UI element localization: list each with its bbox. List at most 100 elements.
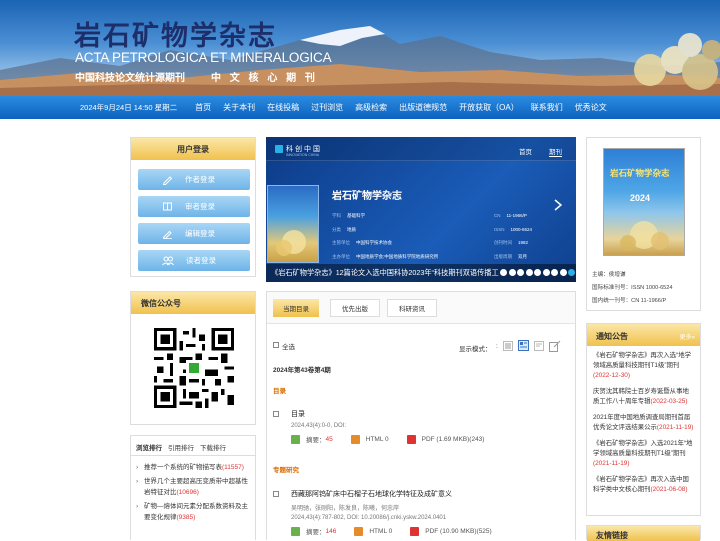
abstract-count: 45 — [325, 435, 333, 443]
nav-advanced-search[interactable]: 高级检索 — [355, 102, 387, 113]
detail-view-icon[interactable] — [518, 340, 529, 351]
list-toolbar: 全选 显示模式： : — [273, 340, 571, 354]
notice-list: 《岩石矿物学杂志》再次入选“地学领域高质量科技期刊T1级”期刊 (2022-12-… — [587, 346, 700, 495]
nav-submit[interactable]: 在线投稿 — [267, 102, 299, 113]
ranking-count: (11557) — [222, 464, 244, 471]
info-value: 11-1966/P — [506, 213, 527, 218]
ranking-item[interactable]: 推荐一个系统的矿物描写表(11557) — [136, 462, 251, 473]
notice-date: (2021-11-19) — [656, 424, 694, 431]
reader-login-button[interactable]: 读者登录 — [138, 250, 250, 271]
nav-ethics[interactable]: 出版道德规范 — [399, 102, 447, 113]
article-item: 目录 2024,43(4):0-0, DOI: 摘要： 45 HTML 0 PDF… — [273, 408, 571, 448]
slider-dot[interactable] — [534, 269, 541, 276]
notice-item[interactable]: 《岩石矿物学杂志》再次入选“地学领域高质量科技期刊T1级”期刊 (2022-12-… — [593, 351, 695, 381]
html-link[interactable]: HTML 0 — [366, 436, 389, 443]
info-key: 主管单位 — [332, 240, 350, 245]
slider-dot[interactable] — [508, 269, 516, 276]
abstract-link[interactable]: 摘要： — [306, 526, 326, 536]
abstract-link[interactable]: 摘要： — [306, 434, 326, 444]
journal-title-en: ACTA PETROLOGICA ET MINERALOGICA — [75, 50, 332, 65]
slider-caption[interactable]: 《岩石矿物学杂志》12篇论文入选中国科协2023年“科技期刊双语传播工程” — [271, 268, 499, 278]
tab-current-issue[interactable]: 当期目录 — [273, 299, 319, 317]
slider-dot[interactable] — [517, 269, 524, 276]
reviewer-login-button[interactable]: 审者登录 — [138, 196, 250, 217]
slider-caption-bar: 《岩石矿物学杂志》12篇论文入选中国科协2023年“科技期刊双语传播工程” — [266, 264, 576, 282]
ranking-item[interactable]: 世界几个主要超高压变质带中超基性岩特征对比(10696) — [136, 476, 251, 498]
tab-citations[interactable]: 引用排行 — [168, 442, 194, 455]
info-row: 分类 地质 — [332, 223, 438, 237]
section-title: 专题研究 — [273, 467, 299, 474]
share-edit-icon[interactable] — [549, 340, 561, 352]
pen-icon — [162, 176, 173, 185]
article-checkbox[interactable] — [273, 491, 279, 497]
info-key: 创刊时间 — [494, 240, 512, 245]
article-actions: 摘要： 146 HTML 0 PDF (10.90 MKB)(525) — [291, 526, 492, 536]
author-login-button[interactable]: 作者登录 — [138, 169, 250, 190]
list-view-icon[interactable] — [503, 341, 513, 351]
nav-archive[interactable]: 过刊浏览 — [311, 102, 343, 113]
tab-online-first[interactable]: 优先出版 — [330, 299, 380, 317]
main-nav: 2024年9月24日 14:50 星期二 首页 关于本刊 在线投稿 过刊浏览 高… — [0, 96, 720, 119]
nav-open-access[interactable]: 开放获取（OA） — [459, 102, 519, 113]
nav-about[interactable]: 关于本刊 — [223, 102, 255, 113]
issue-volume: 2024年第43卷第4期 — [273, 367, 331, 374]
info-row: 学科 基础科学 — [332, 209, 438, 223]
info-value: 1982 — [518, 240, 529, 245]
html-link[interactable]: HTML 0 — [369, 528, 392, 535]
slider-dot[interactable] — [559, 269, 567, 276]
notice-more-link[interactable]: 更多» — [680, 332, 695, 341]
slider-next-arrow-icon[interactable] — [554, 199, 562, 211]
slider-dot[interactable] — [500, 269, 507, 276]
pdf-link[interactable]: PDF (1.69 MKB)(243) — [422, 436, 485, 443]
reader-login-label: 读者登录 — [186, 256, 216, 265]
info-key: 主办单位 — [332, 253, 350, 259]
nav-excellent-papers[interactable]: 优秀论文 — [575, 102, 607, 113]
pdf-link[interactable]: PDF (10.90 MKB)(525) — [425, 528, 491, 535]
notice-item[interactable]: 《岩石矿物学杂志》再次入选中国科学类中文核心期刊(2021-06-08) — [593, 475, 695, 495]
tab-research-news[interactable]: 科研资讯 — [387, 299, 437, 317]
info-value: 双月 — [518, 253, 527, 259]
feature-slider[interactable]: 科创中国 INNOVATION CHINA 首页 期刊 岩石矿物学杂志 学科 基础… — [266, 137, 576, 282]
ranking-item-text: 矿物—熔体间元素分配系数资料及主要变化规律 — [144, 503, 248, 521]
info-key: 分类 — [332, 226, 341, 232]
slider-dot[interactable] — [568, 269, 575, 276]
notice-text: 《岩石矿物学杂志》再次入选“地学领域高质量科技期刊T1级”期刊 — [593, 352, 691, 369]
nav-contact[interactable]: 联系我们 — [531, 102, 563, 113]
tab-downloads[interactable]: 下载排行 — [200, 442, 226, 455]
article-title[interactable]: 西藏那阿钨矿床中石榴子石地球化学特征及成矿意义 — [291, 489, 452, 499]
section-title: 目录 — [273, 388, 286, 395]
qr-code-image — [154, 328, 234, 408]
article-actions: 摘要： 45 HTML 0 PDF (1.69 MKB)(243) — [291, 434, 484, 444]
slider-dot[interactable] — [542, 269, 550, 276]
info-key: ISSN — [494, 226, 505, 232]
select-all-label: 全选 — [282, 344, 295, 351]
ranking-item[interactable]: 矿物—熔体间元素分配系数资料及主要变化规律(9385) — [136, 501, 251, 523]
ranking-panel: 浏览排行 引用排行 下载排行 推荐一个系统的矿物描写表(11557) 世界几个主… — [130, 435, 256, 540]
abstract-view-icon[interactable] — [534, 341, 544, 351]
html-icon — [354, 526, 364, 536]
select-all-checkbox[interactable] — [273, 342, 279, 348]
article-title[interactable]: 目录 — [291, 409, 305, 419]
info-row: CN 11-1966/P — [494, 209, 532, 223]
wechat-panel: 微信公众号 — [130, 291, 256, 425]
notice-item[interactable]: 《岩石矿物学杂志》入选2021年“地学领域高质量科技期刊T1级”期刊 (2021-… — [593, 439, 695, 469]
issue-tab-strip: 当期目录 优先出版 科研资讯 — [267, 292, 575, 324]
slider-tab-home[interactable]: 首页 — [519, 146, 532, 156]
editor-login-button[interactable]: 编辑登录 — [138, 223, 250, 244]
notice-title: 通知公告 — [596, 332, 628, 341]
info-value: 地质 — [347, 226, 356, 232]
article-checkbox[interactable] — [273, 411, 279, 417]
journal-title-cn: 岩石矿物学杂志 — [74, 21, 277, 52]
cover-info: 主编：侯增谦 国际标准刊号：ISSN 1000-6524 国内统一刊号：CN 1… — [592, 269, 673, 308]
notice-item[interactable]: 2021年度中国地质调查局期刊首届优秀论文评选结果公示(2021-11-19) — [593, 413, 695, 433]
tab-views[interactable]: 浏览排行 — [136, 442, 162, 455]
reviewer-login-label: 审者登录 — [185, 202, 215, 211]
slider-dot[interactable] — [525, 269, 533, 276]
nav-home[interactable]: 首页 — [195, 102, 211, 113]
slider-topbar: 科创中国 INNOVATION CHINA 首页 期刊 — [266, 137, 576, 161]
journal-cover-image[interactable]: 岩石矿物学杂志 2024 — [603, 148, 685, 256]
slider-dot[interactable] — [551, 269, 558, 276]
abstract-count: 146 — [325, 527, 337, 535]
slider-tab-issue[interactable]: 期刊 — [549, 146, 562, 157]
notice-item[interactable]: 庆贺沈其韩院士百岁寿诞暨从事地质工作八十周年专辑(2022-03-25) — [593, 387, 695, 407]
